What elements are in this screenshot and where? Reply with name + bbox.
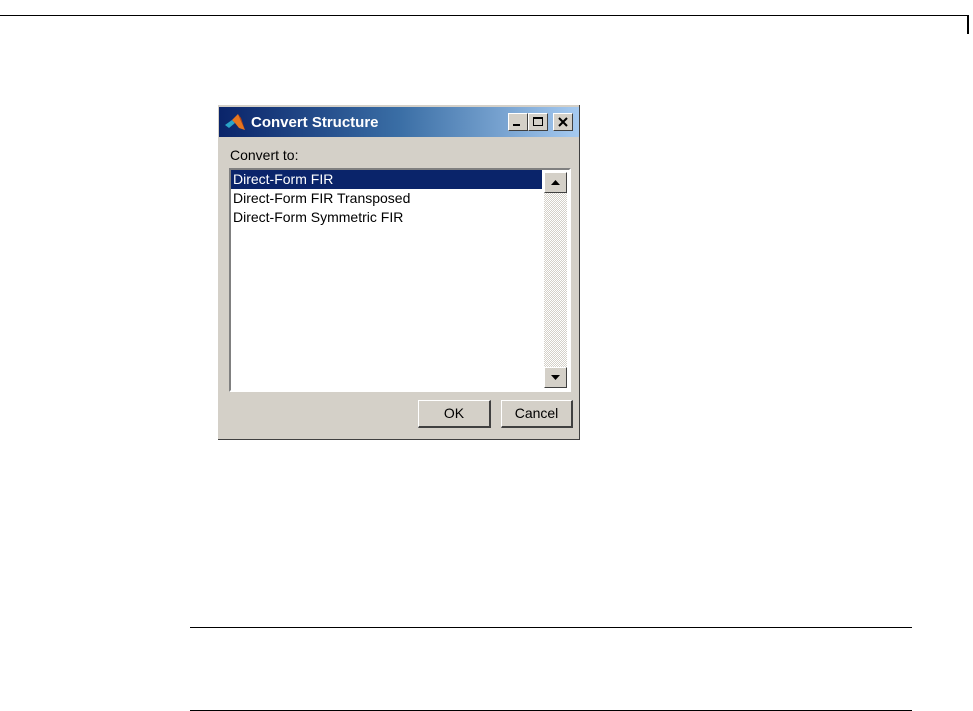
vertical-scrollbar[interactable] xyxy=(544,172,567,388)
arrow-down-icon xyxy=(551,375,560,380)
list-item-direct-form-symmetric-fir[interactable]: Direct-Form Symmetric FIR xyxy=(231,208,542,227)
close-icon xyxy=(558,117,568,127)
minimize-button[interactable] xyxy=(508,113,528,131)
cancel-button[interactable]: Cancel xyxy=(501,400,573,428)
structure-listbox[interactable]: Direct-Form FIR Direct-Form FIR Transpos… xyxy=(229,168,571,392)
scroll-down-button[interactable] xyxy=(544,367,567,388)
dialog-title: Convert Structure xyxy=(251,114,379,131)
ok-button[interactable]: OK xyxy=(418,400,491,428)
page-corner-tick xyxy=(967,15,969,34)
close-button[interactable] xyxy=(553,113,573,131)
minimize-icon xyxy=(513,124,520,126)
structure-list: Direct-Form FIR Direct-Form FIR Transpos… xyxy=(231,170,542,227)
list-item-direct-form-fir[interactable]: Direct-Form FIR xyxy=(231,170,542,189)
arrow-up-icon xyxy=(551,180,560,185)
maximize-icon xyxy=(533,117,543,126)
page-top-rule xyxy=(0,15,968,16)
scroll-up-button[interactable] xyxy=(544,172,567,193)
convert-structure-dialog: Convert Structure Convert to: Direct-For… xyxy=(218,105,580,440)
matlab-logo-icon xyxy=(225,114,245,130)
maximize-button[interactable] xyxy=(528,113,548,131)
dialog-titlebar[interactable]: Convert Structure xyxy=(219,107,579,137)
page-divider-top xyxy=(190,627,912,628)
list-item-direct-form-fir-transposed[interactable]: Direct-Form FIR Transposed xyxy=(231,189,542,208)
convert-to-label: Convert to: xyxy=(230,147,299,163)
